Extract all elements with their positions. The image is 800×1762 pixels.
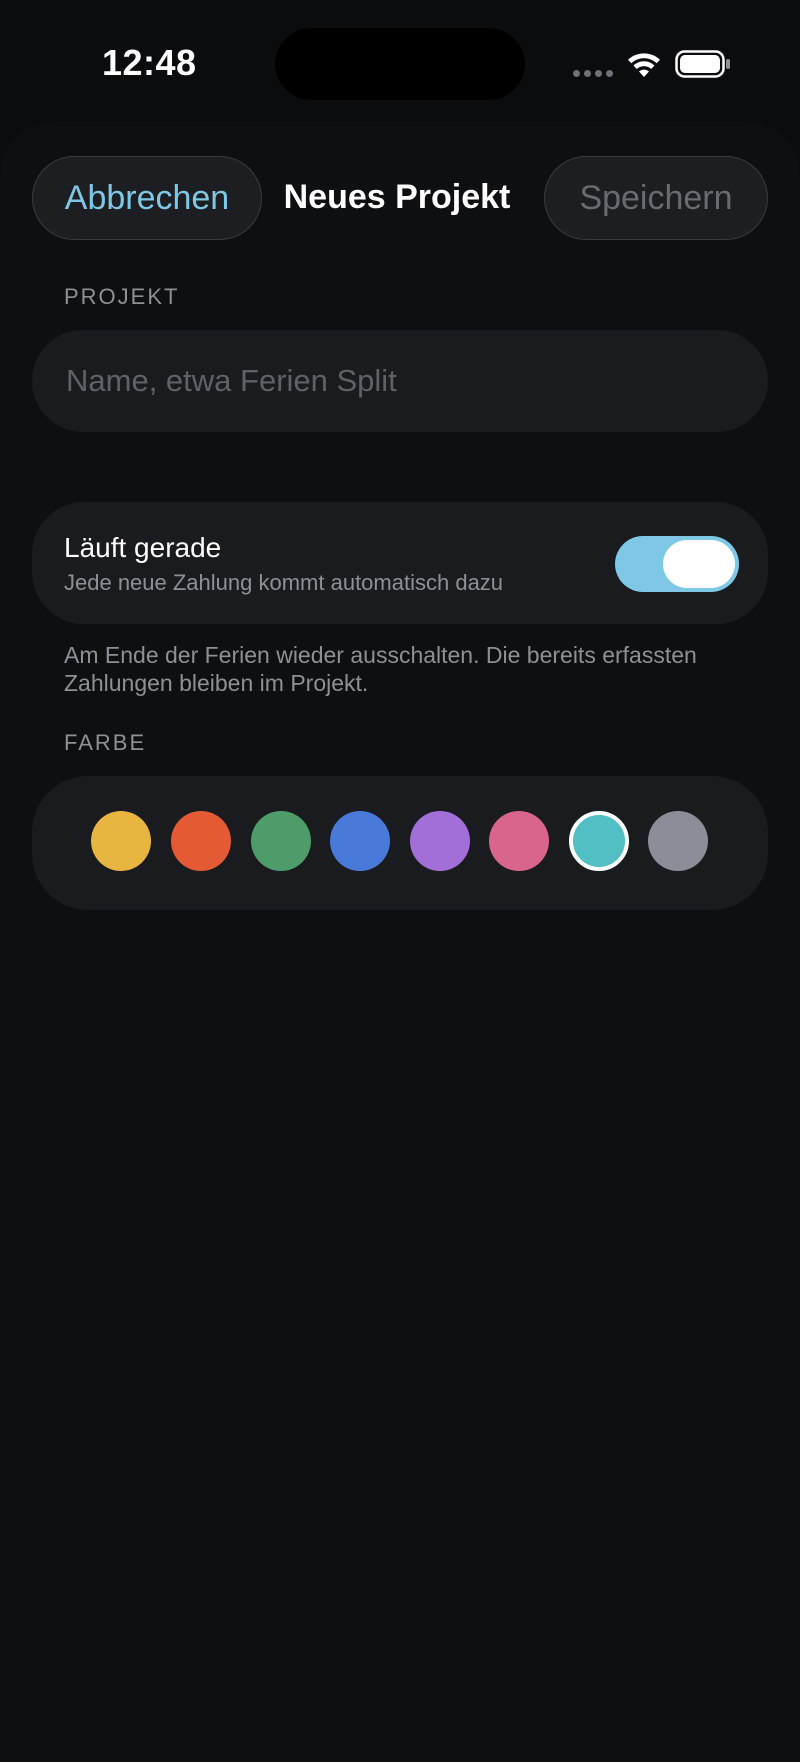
project-name-field-container — [32, 330, 768, 432]
color-section-label: FARBE — [64, 730, 147, 755]
running-toggle-subtitle: Jede neue Zahlung kommt automatisch dazu — [64, 570, 504, 595]
cancel-button[interactable]: Abbrechen — [32, 156, 262, 240]
color-picker — [32, 776, 768, 910]
battery-icon — [675, 50, 730, 78]
project-name-input[interactable] — [64, 362, 768, 400]
color-swatch-green[interactable] — [251, 811, 311, 871]
running-toggle-switch[interactable] — [615, 536, 739, 592]
running-toggle-title: Läuft gerade — [64, 532, 222, 563]
project-section-label: PROJEKT — [64, 284, 180, 309]
page-title: Neues Projekt — [283, 178, 511, 216]
toggle-knob — [663, 540, 735, 588]
color-swatch-blue[interactable] — [330, 811, 390, 871]
running-toggle-card: Läuft gerade Jede neue Zahlung kommt aut… — [32, 502, 768, 624]
wifi-icon — [628, 53, 660, 77]
color-swatch-teal[interactable] — [569, 811, 629, 871]
color-swatch-purple[interactable] — [410, 811, 470, 871]
dynamic-island — [275, 28, 525, 100]
color-swatch-gray[interactable] — [648, 811, 708, 871]
color-swatch-yellow[interactable] — [91, 811, 151, 871]
running-toggle-footnote: Am Ende der Ferien wieder ausschalten. D… — [64, 642, 697, 696]
color-swatch-orange[interactable] — [171, 811, 231, 871]
color-swatch-pink[interactable] — [489, 811, 549, 871]
cellular-signal-icon — [573, 70, 613, 78]
status-time: 12:48 — [102, 42, 197, 83]
save-button[interactable]: Speichern — [544, 156, 768, 240]
